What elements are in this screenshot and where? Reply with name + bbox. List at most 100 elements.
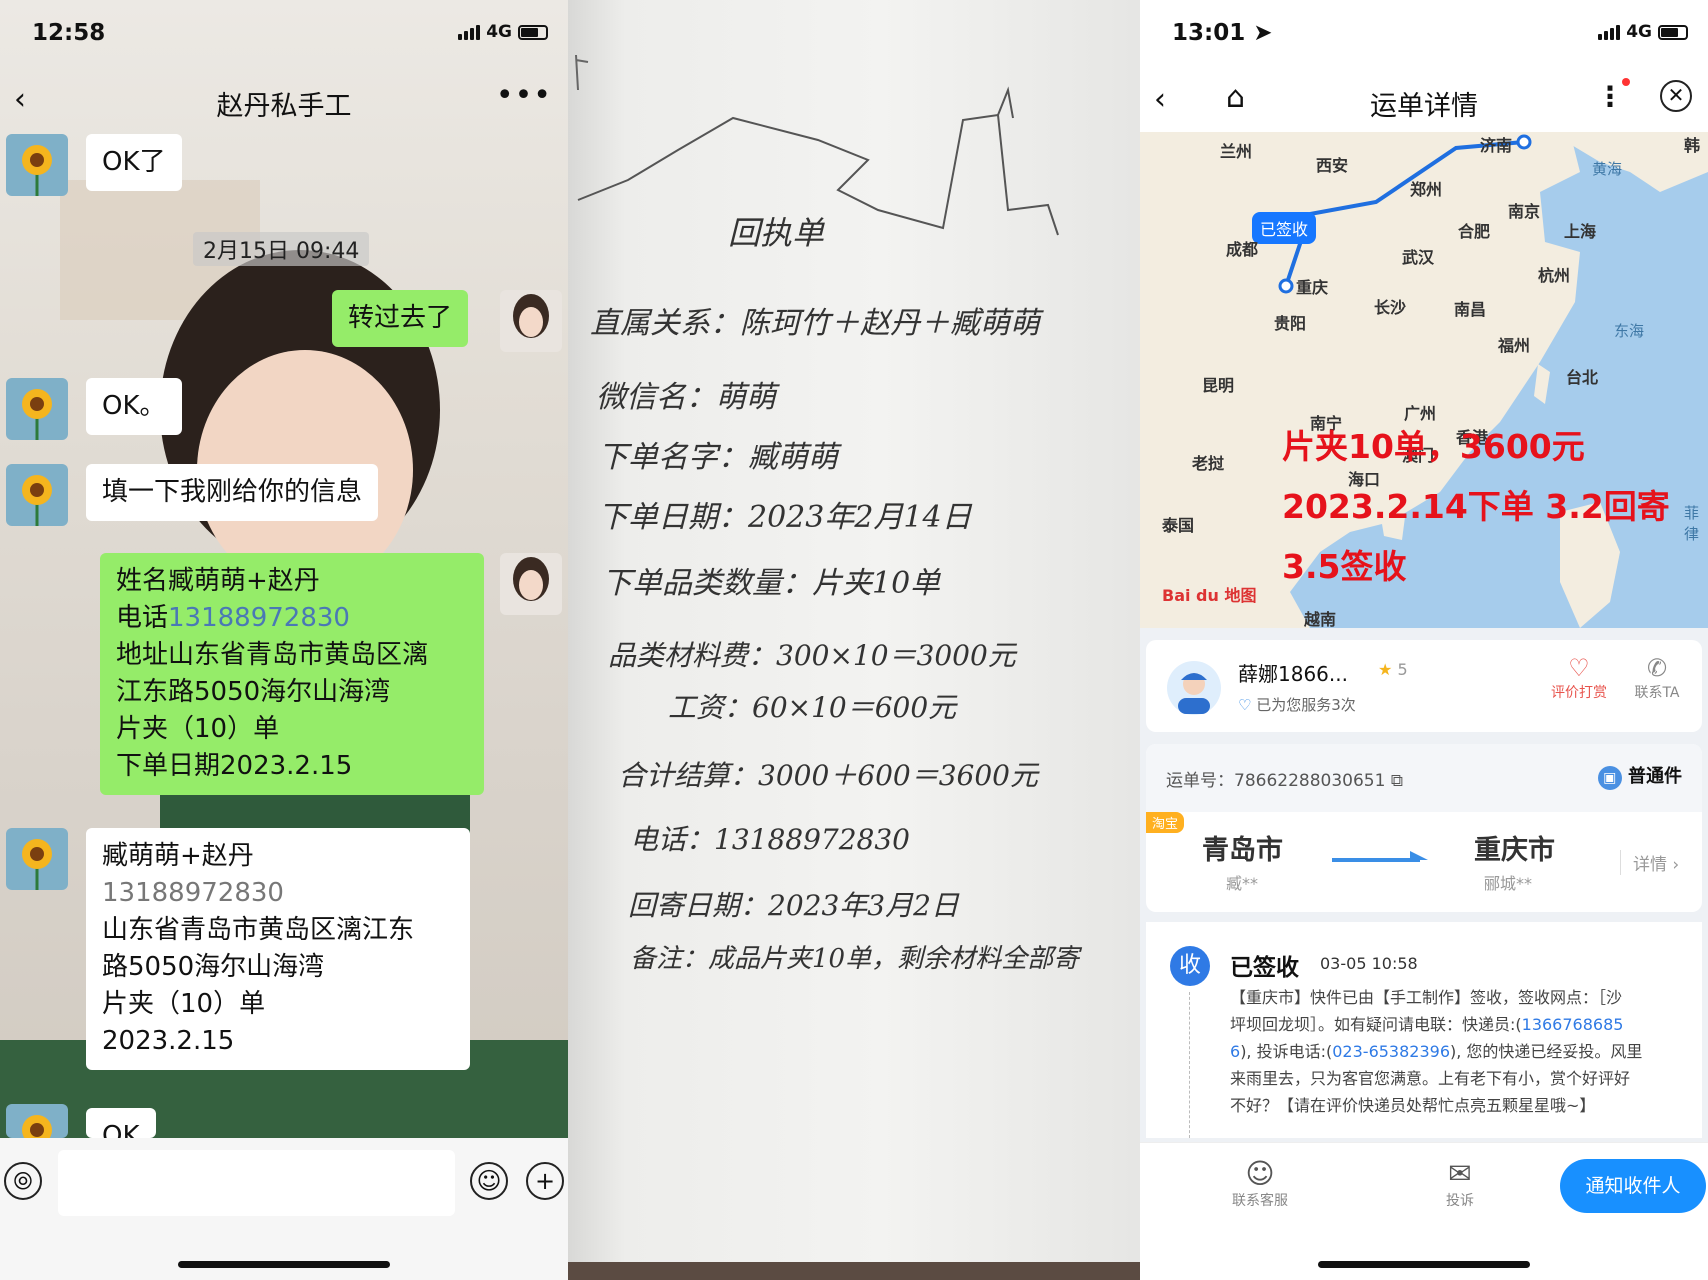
message-bubble[interactable]: 填一下我刚给你的信息 (86, 464, 379, 521)
reply-item-line: 片夹（10）单 (102, 989, 266, 1019)
route-map[interactable]: 已签收 兰州 西安 郑州 济南 成都 重庆 武汉 合肥 南京 上海 杭州 长沙 … (1140, 132, 1708, 628)
sender-name: 臧** (1226, 874, 1259, 893)
sunflower-icon (6, 378, 68, 440)
receipt-line: 品类材料费：300×10＝3000元 (608, 639, 1016, 672)
info-form-bubble[interactable]: 姓名臧萌萌+赵丹 电话13188972830 地址山东省青岛市黄岛区漓 江东路5… (100, 553, 484, 795)
receipt-photo: 回执单 直属关系：陈珂竹＋赵丹＋臧萌萌 微信名：萌萌 下单名字：臧萌萌 下单日期… (568, 0, 1140, 1280)
map-city-label: 上海 (1564, 222, 1597, 241)
customer-service-button[interactable]: ☺ 联系客服 (1200, 1157, 1320, 1210)
avatar[interactable] (6, 1104, 68, 1138)
message-bubble[interactable]: OK (86, 1108, 156, 1138)
receipt-line: 直属关系：陈珂竹＋赵丹＋臧萌萌 (590, 306, 1040, 341)
receipt-line: 电话：13188972830 (630, 823, 910, 856)
waybill-bottom-bar: ☺ 联系客服 ✉ 投诉 通知收件人 (1140, 1142, 1708, 1280)
avatar[interactable] (6, 378, 68, 440)
home-indicator (178, 1261, 390, 1268)
destination-city: 重庆市 (1474, 835, 1555, 866)
avatar[interactable] (6, 828, 68, 890)
tip-button[interactable]: ♡ 评价打赏 (1544, 654, 1614, 702)
contact-courier-button[interactable]: ✆ 联系TA (1622, 654, 1692, 702)
map-city-label: 长沙 (1374, 298, 1407, 317)
voice-icon[interactable]: ⦾ (4, 1162, 42, 1200)
receipt-line: 工资：60×10＝600元 (668, 691, 957, 724)
signed-icon: 收 (1170, 946, 1210, 986)
courier-phone-link[interactable]: 1366768685 (1522, 1015, 1624, 1034)
timeline-line (1189, 992, 1190, 1138)
message-bubble[interactable]: 转过去了 (332, 290, 469, 347)
avatar[interactable] (500, 553, 562, 615)
receipt-title: 回执单 (728, 214, 825, 252)
detail-link[interactable]: 详情 › (1620, 850, 1679, 875)
map-city-label: 南京 (1508, 202, 1541, 221)
close-icon[interactable]: ✕ (1660, 80, 1692, 112)
status-icons: 4G (1598, 22, 1688, 42)
phone-link[interactable]: 13188972830 (168, 603, 350, 633)
menu-dots-icon[interactable]: ⋮ (1596, 78, 1630, 113)
emoji-icon[interactable]: ☺ (470, 1162, 508, 1200)
receipt-line: 回寄日期：2023年3月2日 (628, 889, 959, 922)
star-icon: ★ (1378, 660, 1393, 679)
map-sea-label: 东海 (1614, 322, 1645, 340)
form-date-line: 下单日期2023.2.15 (116, 751, 353, 781)
user-avatar-icon (500, 553, 562, 615)
courier-rating: ★ 5 (1378, 660, 1408, 679)
notify-recipient-button[interactable]: 通知收件人 (1560, 1159, 1706, 1213)
map-city-label: 郑州 (1410, 180, 1443, 199)
receipt-line: 下单名字：臧萌萌 (598, 440, 838, 475)
complaint-button[interactable]: ✉ 投诉 (1400, 1157, 1520, 1210)
status-bar: 12:58 4G (0, 0, 568, 70)
message-timestamp: 2月15日 09:44 (193, 232, 370, 266)
waybill-nav-bar: ‹ ⌂ 运单详情 ⋮ ✕ (1140, 70, 1708, 132)
map-city-label: 兰州 (1220, 142, 1253, 161)
receiver-name: 郦城** (1484, 874, 1533, 893)
courier-served: ♡ 已为您服务3次 (1238, 696, 1356, 714)
receipt-line: 下单品类数量：片夹10单 (602, 566, 941, 601)
receipt-line: 微信名：萌萌 (596, 380, 776, 415)
sunflower-icon (6, 464, 68, 526)
chat-screenshot: 12:58 4G ‹ 赵丹私手工 ••• OK了 2月15日 09:44 转过去… (0, 0, 568, 1280)
phone-icon: ✆ (1646, 654, 1668, 682)
avatar[interactable] (6, 134, 68, 196)
reply-phone-line: 13188972830 (102, 878, 284, 908)
track-detail: 【重庆市】快件已由【手工制作】签收，签收网点：［沙 坪坝回龙坝］。如有疑问请电联… (1230, 988, 1643, 1115)
battery-icon (518, 24, 548, 40)
map-city-label: 重庆 (1296, 278, 1329, 297)
waybill-screenshot: 13:01 ➤ 4G ‹ ⌂ 运单详情 ⋮ ✕ 已签收 兰州 西安 郑州 济南 (1140, 0, 1708, 1280)
avatar[interactable] (6, 464, 68, 526)
avatar[interactable] (500, 290, 562, 352)
plus-icon[interactable]: + (526, 1162, 564, 1200)
map-city-label: 昆明 (1202, 376, 1235, 395)
map-city-label: 越南 (1304, 610, 1337, 628)
reply-date-line: 2023.2.15 (102, 1026, 235, 1056)
battery-icon (1658, 24, 1688, 40)
copy-icon[interactable]: ⧉ (1391, 771, 1403, 791)
form-address-line: 地址山东省青岛市黄岛区漓 (116, 640, 429, 670)
sunflower-icon (6, 1104, 68, 1138)
map-city-label: 老挝 (1192, 454, 1225, 473)
map-sea-label: 黄海 (1592, 160, 1623, 178)
map-city-label: 韩 (1684, 136, 1701, 155)
gift-heart-icon: ♡ (1568, 654, 1590, 682)
form-name-line: 姓名臧萌萌+赵丹 (116, 566, 320, 596)
message-bubble[interactable]: OK了 (86, 134, 182, 191)
chat-bubble-icon: ☺ (1245, 1157, 1275, 1190)
complaint-icon: ✉ (1448, 1157, 1472, 1190)
reply-bubble[interactable]: 臧萌萌+赵丹 13188972830 山东省青岛市黄岛区漓江东 路5050海尔山… (86, 828, 470, 1070)
service-type: ▣ 普通件 (1597, 762, 1682, 790)
route-arrow-icon (1332, 851, 1428, 862)
message-input[interactable] (58, 1150, 455, 1216)
message-bubble[interactable]: OK。 (86, 378, 182, 435)
map-city-label: 合肥 (1458, 222, 1491, 241)
receipt-line: 备注：成品片夹10单，剩余材料全部寄 (630, 944, 1080, 974)
overlay-annotation: 3.5签收 (1282, 547, 1407, 586)
track-status: 已签收 (1230, 955, 1299, 981)
chat-input-bar: ⦾ ☺ + (0, 1138, 568, 1280)
overlay-annotation: 2023.2.14下单 3.2回寄 (1282, 487, 1670, 526)
form-address-line: 江东路5050海尔山海湾 (116, 677, 391, 707)
track-time: 03-05 10:58 (1320, 954, 1418, 973)
form-item-line: 片夹（10）单 (116, 714, 280, 744)
map-city-label: 西安 (1316, 156, 1349, 175)
courier-name: 薛娜1866... (1238, 662, 1348, 686)
more-icon[interactable]: ••• (496, 78, 552, 113)
complaint-phone-link[interactable]: 023-65382396 (1332, 1042, 1450, 1061)
